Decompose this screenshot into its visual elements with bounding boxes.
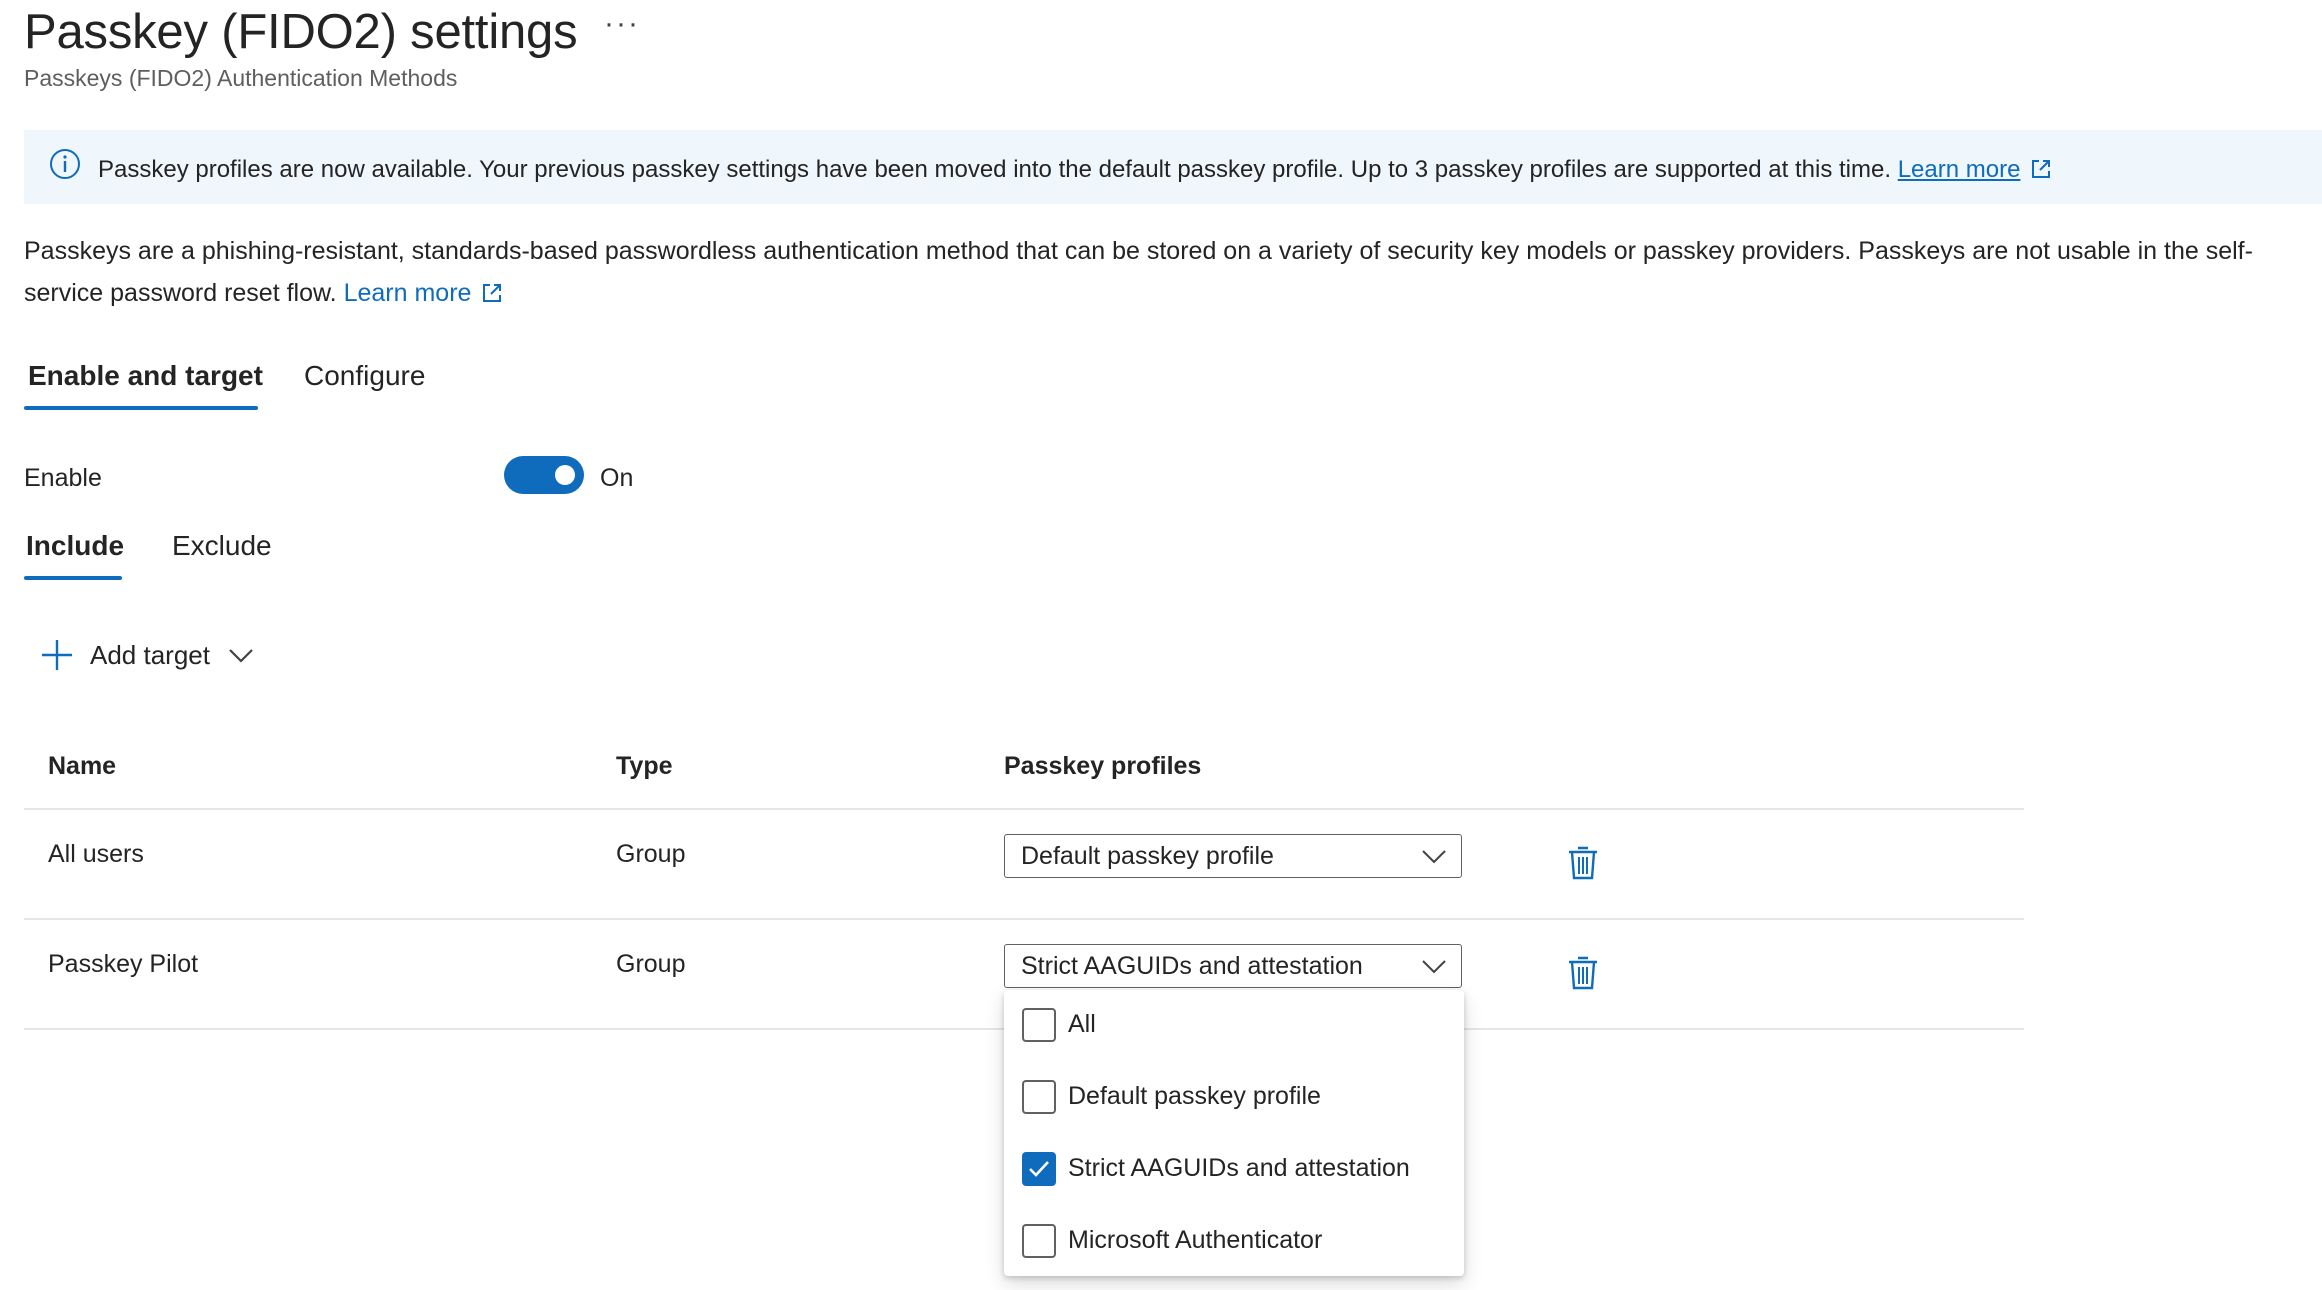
row-name: Passkey Pilot [48, 950, 199, 978]
select-value: Default passkey profile [1021, 842, 1274, 870]
option-label: Default passkey profile [1068, 1082, 1321, 1110]
tab-enable-and-target[interactable]: Enable and target [28, 356, 263, 396]
checkbox[interactable] [1022, 1224, 1056, 1258]
dropdown-option-all[interactable]: All [1004, 990, 1464, 1050]
external-link-icon [483, 284, 502, 302]
checkbox[interactable] [1022, 1008, 1056, 1042]
row-divider [24, 808, 2024, 810]
enable-toggle[interactable] [504, 456, 584, 494]
row-divider [24, 918, 2024, 920]
row-type: Group [616, 950, 686, 978]
banner-message: Passkey profiles are now available. Your… [98, 152, 2052, 188]
dropdown-option-microsoft-authenticator[interactable]: Microsoft Authenticator [1004, 1206, 1464, 1266]
row-name: All users [48, 840, 144, 868]
enable-state-label: On [600, 464, 634, 492]
dropdown-option-default-passkey-profile[interactable]: Default passkey profile [1004, 1062, 1464, 1122]
chevron-down-icon [1422, 960, 1446, 974]
description-learn-more-link[interactable]: Learn more [344, 279, 472, 307]
chevron-down-icon [1422, 850, 1446, 864]
column-header-passkey-profiles: Passkey profiles [1004, 752, 1202, 780]
passkey-profile-select[interactable]: Default passkey profile [1004, 834, 1462, 878]
add-target-button[interactable]: Add target [90, 636, 210, 674]
column-header-type: Type [616, 752, 673, 780]
banner-text: Passkey profiles are now available. Your… [98, 156, 1892, 183]
row-type: Group [616, 840, 686, 868]
page-title: Passkey (FIDO2) settings [24, 5, 578, 59]
enable-label: Enable [24, 464, 102, 492]
more-options-button[interactable]: ··· [600, 6, 644, 50]
delete-icon[interactable] [1566, 844, 1600, 882]
external-link-icon [2032, 160, 2051, 178]
checkbox[interactable] [1022, 1080, 1056, 1114]
option-label: All [1068, 1010, 1096, 1038]
tab-configure[interactable]: Configure [304, 356, 425, 396]
info-icon [50, 149, 80, 179]
subtab-include[interactable]: Include [26, 526, 124, 566]
passkey-profile-select[interactable]: Strict AAGUIDs and attestation [1004, 944, 1462, 988]
option-label: Strict AAGUIDs and attestation [1068, 1154, 1410, 1182]
checkbox-checked[interactable] [1022, 1152, 1056, 1186]
subtab-active-indicator [24, 576, 122, 580]
checkmark-icon [1029, 1161, 1049, 1177]
option-label: Microsoft Authenticator [1068, 1226, 1323, 1254]
page-subtitle: Passkeys (FIDO2) Authentication Methods [24, 65, 458, 91]
toggle-knob [555, 465, 575, 485]
description: Passkeys are a phishing-resistant, stand… [24, 230, 2314, 314]
column-header-name: Name [48, 752, 117, 780]
banner-learn-more-link[interactable]: Learn more [1898, 156, 2021, 183]
select-value: Strict AAGUIDs and attestation [1021, 952, 1363, 980]
subtab-exclude[interactable]: Exclude [172, 526, 272, 566]
passkey-profiles-dropdown: All Default passkey profile Strict AAGUI… [1004, 990, 1464, 1276]
tab-active-indicator [24, 406, 258, 410]
delete-icon[interactable] [1566, 954, 1600, 992]
plus-icon[interactable] [40, 638, 74, 672]
chevron-down-icon[interactable] [228, 644, 254, 666]
dropdown-option-strict-aaguids[interactable]: Strict AAGUIDs and attestation [1004, 1134, 1464, 1194]
